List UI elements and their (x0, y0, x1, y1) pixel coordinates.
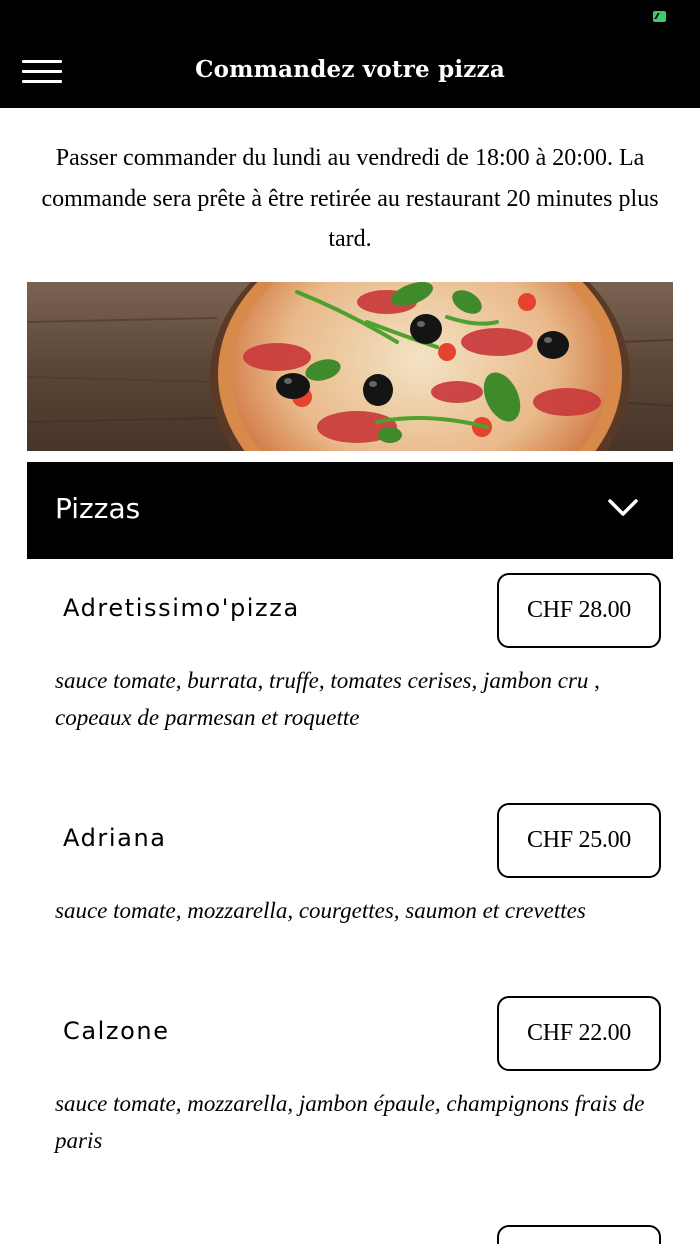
chevron-down-icon[interactable] (607, 498, 639, 518)
status-indicator-icon (653, 11, 666, 22)
add-to-cart-price-button[interactable]: CHF 28.00 (497, 573, 661, 648)
menu-item-description: sauce tomate, mozzarella, jambon épaule,… (55, 1091, 645, 1153)
top-app-bar: Commandez votre pizza (0, 0, 700, 108)
add-to-cart-price-button[interactable]: CHF 25.00 (497, 803, 661, 878)
add-to-cart-price-button-partial[interactable] (497, 1225, 661, 1244)
menu-item-name: Adriana (63, 824, 167, 852)
ordering-hours-text: Passer commander du lundi au vendredi de… (41, 145, 659, 252)
category-title: Pizzas (55, 492, 141, 525)
menu-item-name: Calzone (63, 1017, 170, 1045)
menu-item-description: sauce tomate, mozzarella, courgettes, sa… (55, 898, 586, 923)
menu-item-description: sauce tomate, burrata, truffe, tomates c… (55, 668, 600, 730)
add-to-cart-price-button[interactable]: CHF 22.00 (497, 996, 661, 1071)
category-accordion-pizzas[interactable]: Pizzas (27, 462, 673, 559)
pizza-banner-image (27, 282, 673, 451)
page-title: Commandez votre pizza (195, 56, 505, 83)
menu-item-name: Adretissimo'pizza (63, 594, 300, 622)
